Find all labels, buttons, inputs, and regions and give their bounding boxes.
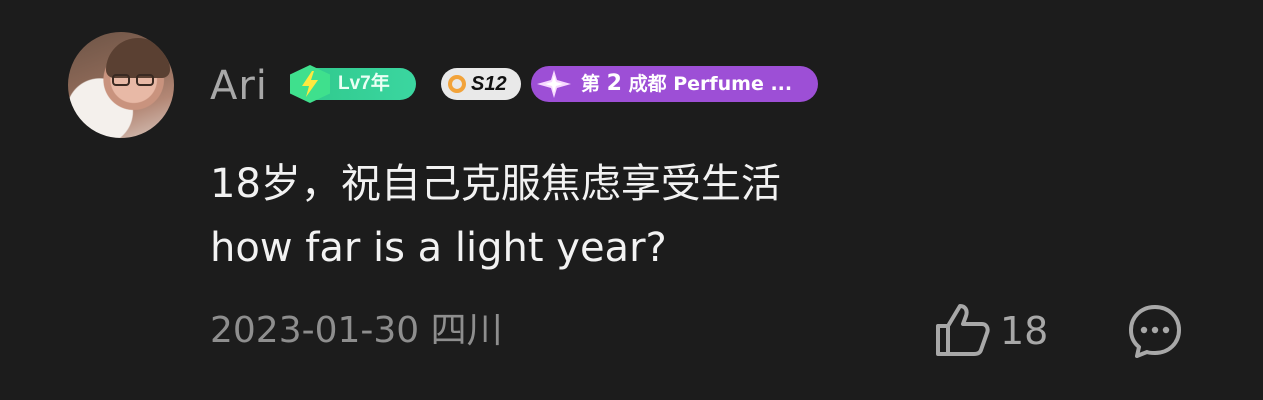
avatar-glasses (112, 74, 160, 86)
avatar-hair (106, 38, 170, 78)
thumbs-up-icon (936, 304, 990, 356)
chat-bubble-icon[interactable] (1127, 303, 1183, 359)
level-badge-label: Lv7年 (338, 73, 390, 94)
season-badge[interactable]: S12 (441, 68, 521, 100)
comment-date: 2023-01-30 (210, 310, 420, 351)
rank-badge[interactable]: 第 2 成都 Perfume ... (531, 66, 818, 102)
level-badge[interactable]: Lv7年 (290, 65, 416, 103)
comment-item: Ari Lv7年 S12 第 2 成都 Perfume ... 18岁，祝自己克… (0, 0, 1263, 400)
rank-prefix: 第 (581, 73, 601, 95)
username[interactable]: Ari (210, 60, 268, 112)
like-button[interactable]: 18 (930, 300, 1060, 360)
user-avatar[interactable] (68, 32, 174, 138)
comment-line-2: how far is a light year? (210, 225, 667, 271)
comment-meta: 2023-01-30 四川 (210, 308, 503, 354)
rank-suffix: 成都 Perfume ... (628, 73, 793, 95)
ring-icon (448, 75, 466, 93)
rank-number: 2 (606, 71, 622, 96)
comment-text: 18岁，祝自己克服焦虑享受生活 how far is a light year? (210, 152, 781, 280)
season-badge-label: S12 (471, 73, 507, 95)
lightning-bolt-icon (290, 65, 330, 103)
rank-badge-label: 第 2 成都 Perfume ... (581, 72, 792, 96)
comment-location: 四川 (430, 310, 503, 351)
like-count: 18 (1000, 309, 1049, 353)
comment-line-1: 18岁，祝自己克服焦虑享受生活 (210, 161, 781, 207)
star-icon (537, 70, 571, 98)
